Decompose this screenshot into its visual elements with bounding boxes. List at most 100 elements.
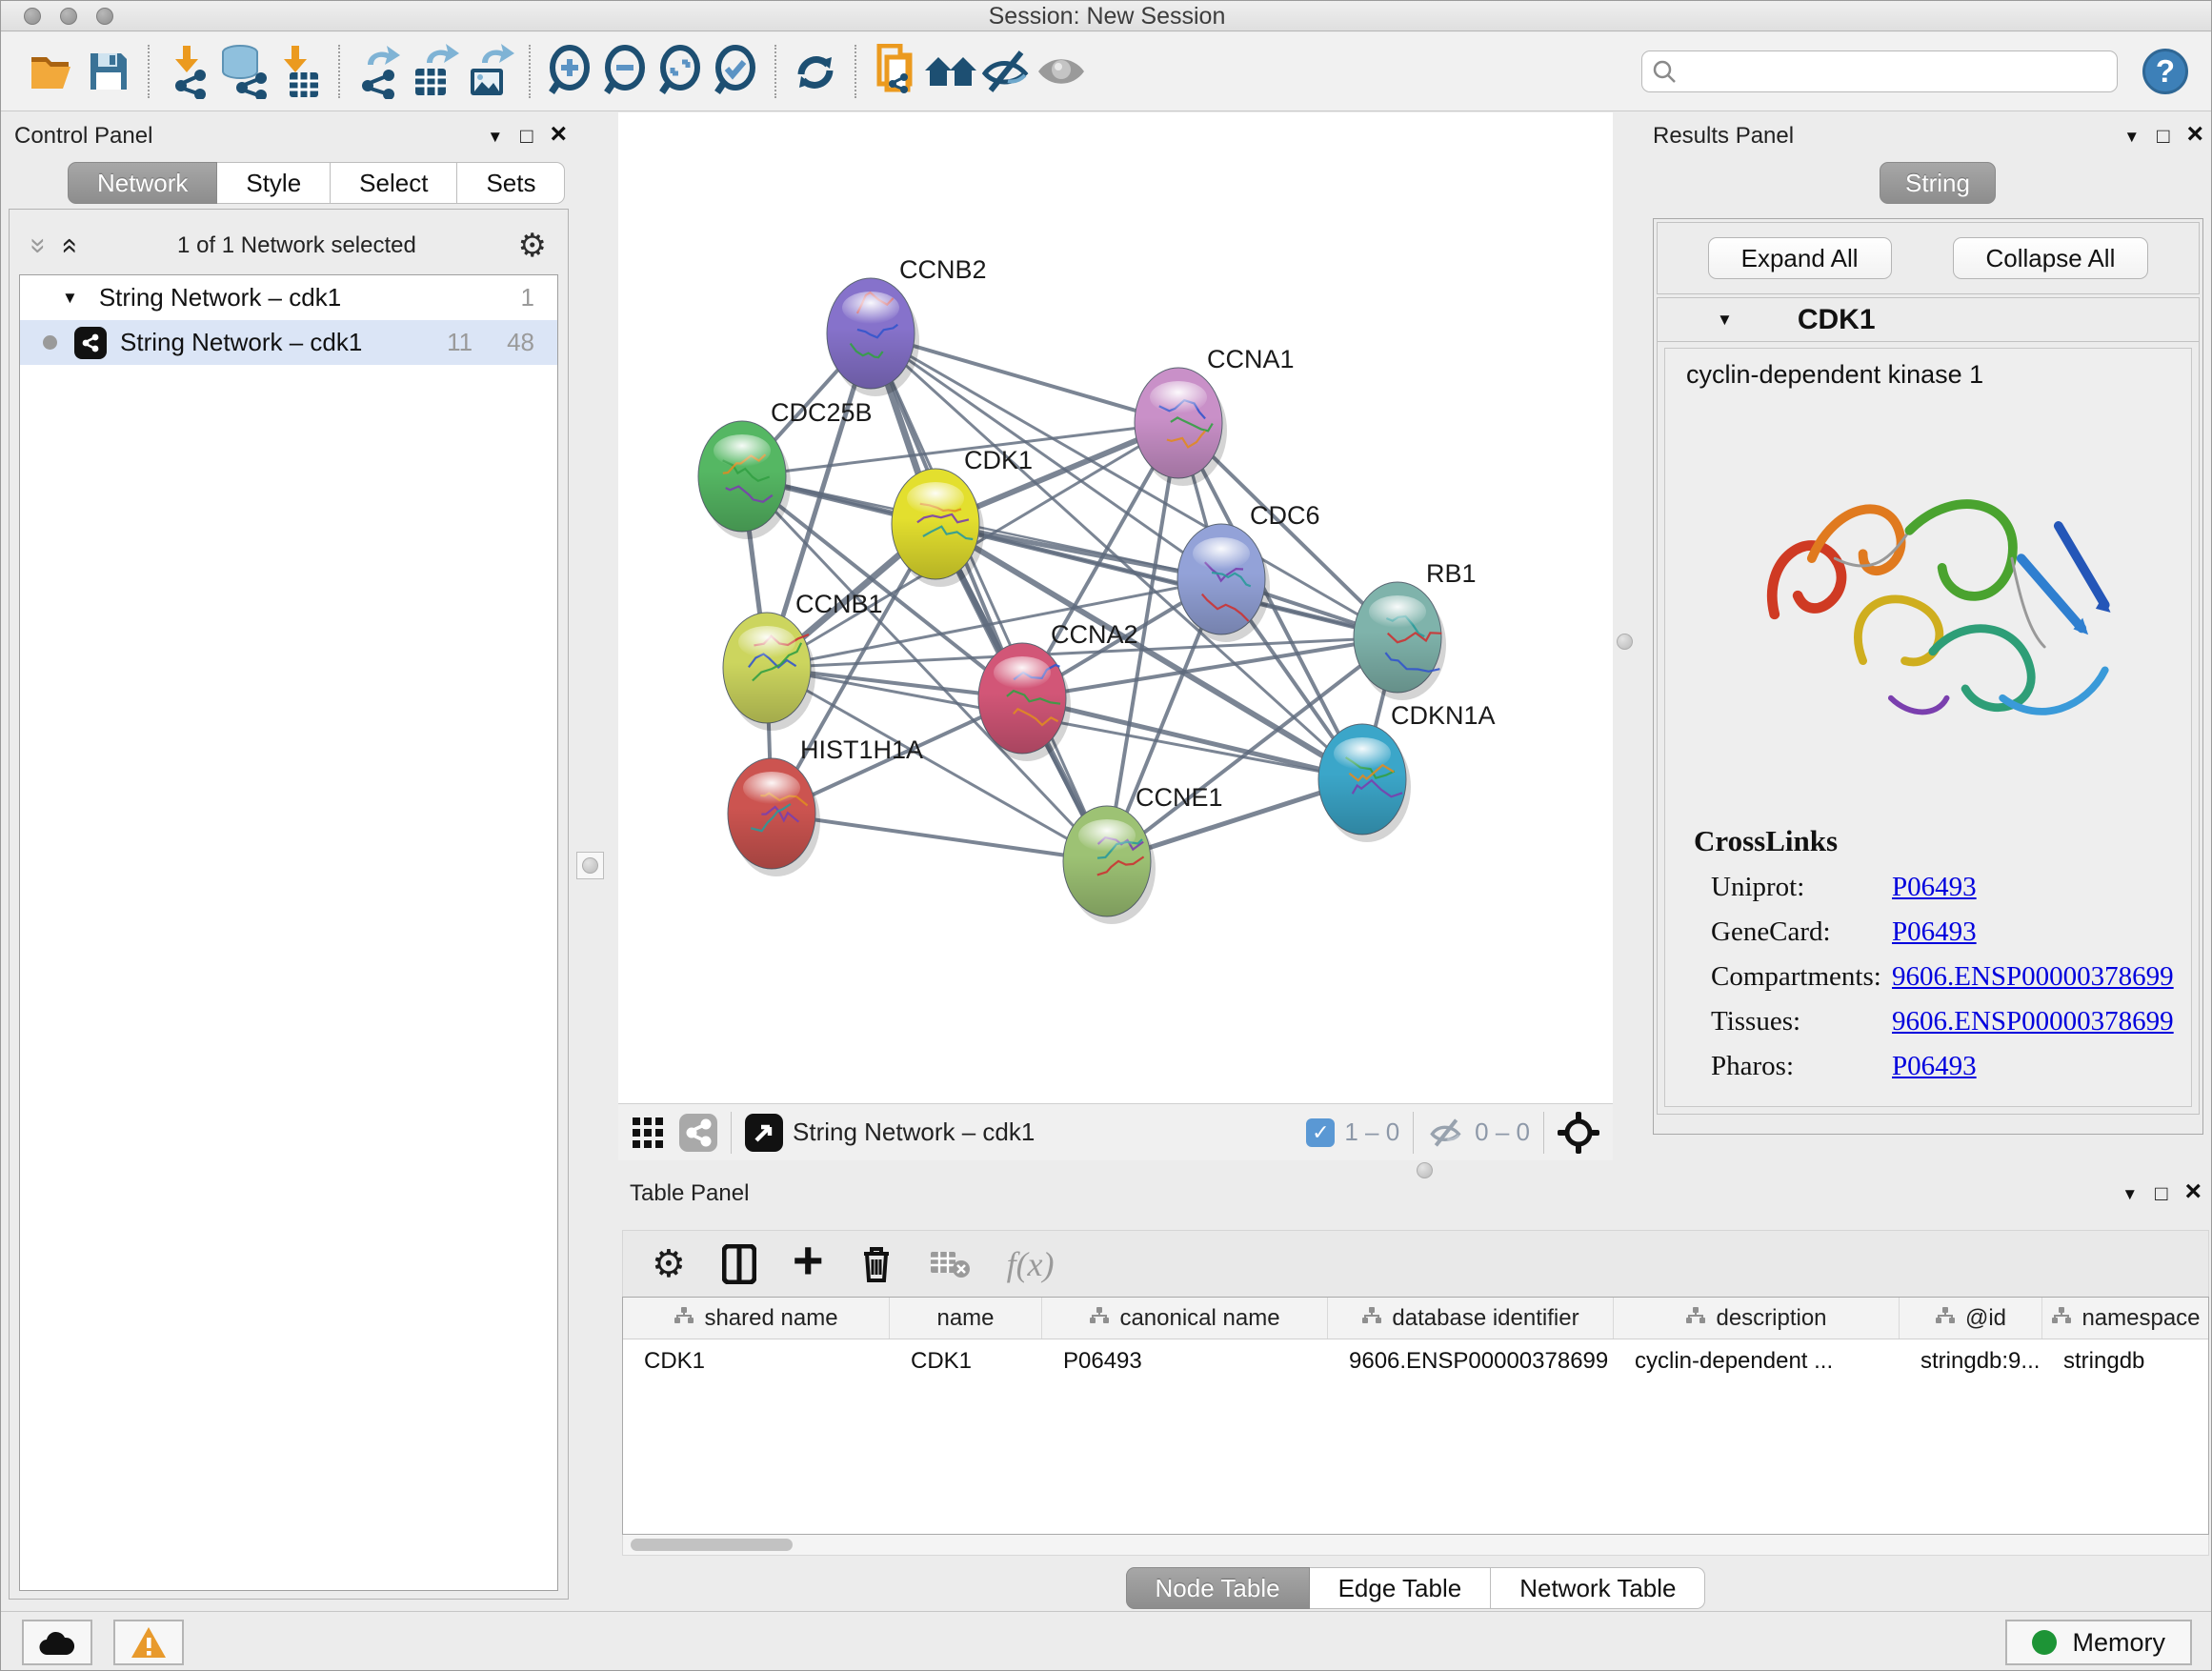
- tab-style[interactable]: Style: [217, 162, 331, 204]
- zoom-in-icon[interactable]: [542, 42, 597, 101]
- hide-selected-icon[interactable]: [978, 42, 1034, 101]
- cloud-status-button[interactable]: [22, 1620, 92, 1665]
- cell-shared-name[interactable]: CDK1: [623, 1339, 890, 1383]
- cell--id[interactable]: stringdb:9...: [1900, 1339, 2042, 1383]
- table-horizontal-scrollbar[interactable]: [622, 1535, 2209, 1556]
- cell-description[interactable]: cyclin-dependent ...: [1614, 1339, 1900, 1383]
- expand-all-button[interactable]: Expand All: [1708, 237, 1892, 279]
- delete-columns-icon[interactable]: [860, 1244, 893, 1284]
- column-header-namespace[interactable]: namespace: [2042, 1298, 2209, 1339]
- node-RB1[interactable]: RB1: [1354, 559, 1477, 700]
- import-network-icon[interactable]: [161, 42, 216, 101]
- export-table-icon[interactable]: [407, 42, 462, 101]
- zoom-out-icon[interactable]: [597, 42, 653, 101]
- search-field[interactable]: [1641, 50, 2118, 92]
- column-header-shared-name[interactable]: shared name: [623, 1298, 890, 1339]
- import-network-from-database-icon[interactable]: [216, 42, 271, 101]
- table-row[interactable]: CDK1CDK1P064939606.ENSP00000378699cyclin…: [623, 1339, 2208, 1383]
- import-table-icon[interactable]: [271, 42, 327, 101]
- column-header-description[interactable]: description: [1614, 1298, 1900, 1339]
- tab-node-table[interactable]: Node Table: [1126, 1567, 1310, 1609]
- collapse-all-networks-icon[interactable]: »: [24, 238, 52, 254]
- tab-network[interactable]: Network: [68, 162, 217, 204]
- cell-canonical-name[interactable]: P06493: [1042, 1339, 1328, 1383]
- tab-select[interactable]: Select: [331, 162, 457, 204]
- show-columns-icon[interactable]: [722, 1244, 756, 1284]
- cell-database-identifier[interactable]: 9606.ENSP00000378699: [1328, 1339, 1614, 1383]
- table-panel-float-icon[interactable]: □: [2155, 1183, 2167, 1204]
- delete-table-icon[interactable]: [929, 1248, 971, 1280]
- network-canvas[interactable]: CCNB2CCNA1CDC25BCDK1CDC6RB1CCNB1CCNA2CDK…: [618, 112, 1613, 1103]
- edge-HIST1H1A-CCNE1[interactable]: [772, 814, 1107, 861]
- left-divider-handle[interactable]: [576, 852, 604, 879]
- tab-edge-table[interactable]: Edge Table: [1310, 1567, 1492, 1609]
- expand-all-networks-icon[interactable]: »: [53, 238, 82, 254]
- node-CCNA2[interactable]: CCNA2: [978, 620, 1138, 761]
- function-builder-icon[interactable]: f(x): [1007, 1244, 1055, 1284]
- tree-expander-icon[interactable]: ▼: [62, 289, 78, 308]
- column-header-canonical-name[interactable]: canonical name: [1042, 1298, 1328, 1339]
- zoom-fit-icon[interactable]: [653, 42, 708, 101]
- node-CCNA1[interactable]: CCNA1: [1135, 345, 1295, 486]
- results-panel-close-icon[interactable]: ×: [2186, 120, 2203, 149]
- results-panel-menu-icon[interactable]: ▼: [2123, 129, 2140, 145]
- create-column-icon[interactable]: +: [793, 1229, 824, 1291]
- cell-name[interactable]: CDK1: [890, 1339, 1042, 1383]
- edge-CCNB2-CCNE1[interactable]: [871, 333, 1107, 861]
- open-in-external-icon[interactable]: [745, 1114, 783, 1152]
- node-HIST1H1A[interactable]: HIST1H1A: [728, 735, 923, 876]
- houses-icon[interactable]: [923, 42, 978, 101]
- help-icon[interactable]: ?: [2142, 49, 2188, 94]
- show-all-icon[interactable]: [1034, 42, 1089, 101]
- export-network-icon[interactable]: [352, 42, 407, 101]
- node-CDKN1A[interactable]: CDKN1A: [1318, 701, 1496, 842]
- string-view-icon[interactable]: [679, 1114, 717, 1152]
- tab-string[interactable]: String: [1880, 162, 1996, 204]
- table-options-gear-icon[interactable]: ⚙: [652, 1242, 686, 1286]
- birds-eye-grid-icon[interactable]: [632, 1117, 664, 1149]
- application-window: Session: New Session: [0, 0, 2212, 1671]
- crosslink-tissues-link[interactable]: 9606.ENSP00000378699: [1892, 1006, 2174, 1037]
- gene-card-header[interactable]: ▼ CDK1: [1658, 298, 2199, 342]
- tab-sets[interactable]: Sets: [457, 162, 565, 204]
- table-panel-menu-icon[interactable]: ▼: [2122, 1186, 2138, 1202]
- control-panel-float-icon[interactable]: □: [520, 126, 533, 147]
- node-CCNB2[interactable]: CCNB2: [827, 255, 987, 396]
- control-panel-menu-icon[interactable]: ▼: [487, 129, 503, 145]
- column-header-name[interactable]: name: [890, 1298, 1042, 1339]
- results-panel-float-icon[interactable]: □: [2157, 126, 2169, 147]
- navigator-crosshair-icon[interactable]: [1558, 1112, 1599, 1154]
- gene-card-expander-icon[interactable]: ▼: [1717, 311, 1733, 330]
- zoom-selected-icon[interactable]: [708, 42, 763, 101]
- scrollbar-thumb[interactable]: [631, 1539, 793, 1551]
- network-row[interactable]: String Network – cdk1 11 48: [20, 320, 557, 365]
- memory-button[interactable]: Memory: [2005, 1620, 2192, 1665]
- search-input[interactable]: [1684, 54, 2107, 89]
- new-network-from-selection-icon[interactable]: [868, 42, 923, 101]
- cell-namespace[interactable]: stringdb: [2042, 1339, 2209, 1383]
- selected-checkbox-icon[interactable]: ✓: [1306, 1118, 1335, 1147]
- export-image-icon[interactable]: [462, 42, 517, 101]
- column-header-database-identifier[interactable]: database identifier: [1328, 1298, 1614, 1339]
- node-CDC25B[interactable]: CDC25B: [698, 398, 873, 539]
- bottom-divider-handle[interactable]: [1417, 1162, 1433, 1178]
- node-CCNE1[interactable]: CCNE1: [1063, 783, 1223, 924]
- crosslink-compartments-link[interactable]: 9606.ENSP00000378699: [1892, 961, 2174, 993]
- column-header--id[interactable]: @id: [1900, 1298, 2042, 1339]
- open-session-icon[interactable]: [26, 42, 81, 101]
- save-session-icon[interactable]: [81, 42, 136, 101]
- table-panel-close-icon[interactable]: ×: [2184, 1178, 2202, 1206]
- refresh-view-icon[interactable]: [788, 42, 843, 101]
- network-options-gear-icon[interactable]: ⚙: [518, 227, 547, 265]
- collapse-all-button[interactable]: Collapse All: [1953, 237, 2149, 279]
- control-panel-close-icon[interactable]: ×: [550, 120, 567, 149]
- right-divider-handle[interactable]: [1617, 634, 1633, 650]
- crosslink-uniprot-link[interactable]: P06493: [1892, 872, 1977, 903]
- network-graph[interactable]: CCNB2CCNA1CDC25BCDK1CDC6RB1CCNB1CCNA2CDK…: [618, 112, 1613, 1103]
- edge-CCNA2-CDKN1A[interactable]: [1022, 698, 1362, 779]
- crosslink-genecard-link[interactable]: P06493: [1892, 916, 1977, 948]
- tab-network-table[interactable]: Network Table: [1491, 1567, 1705, 1609]
- warnings-button[interactable]: [113, 1620, 184, 1665]
- crosslink-pharos-link[interactable]: P06493: [1892, 1051, 1977, 1082]
- network-collection-row[interactable]: ▼ String Network – cdk1 1: [20, 275, 557, 320]
